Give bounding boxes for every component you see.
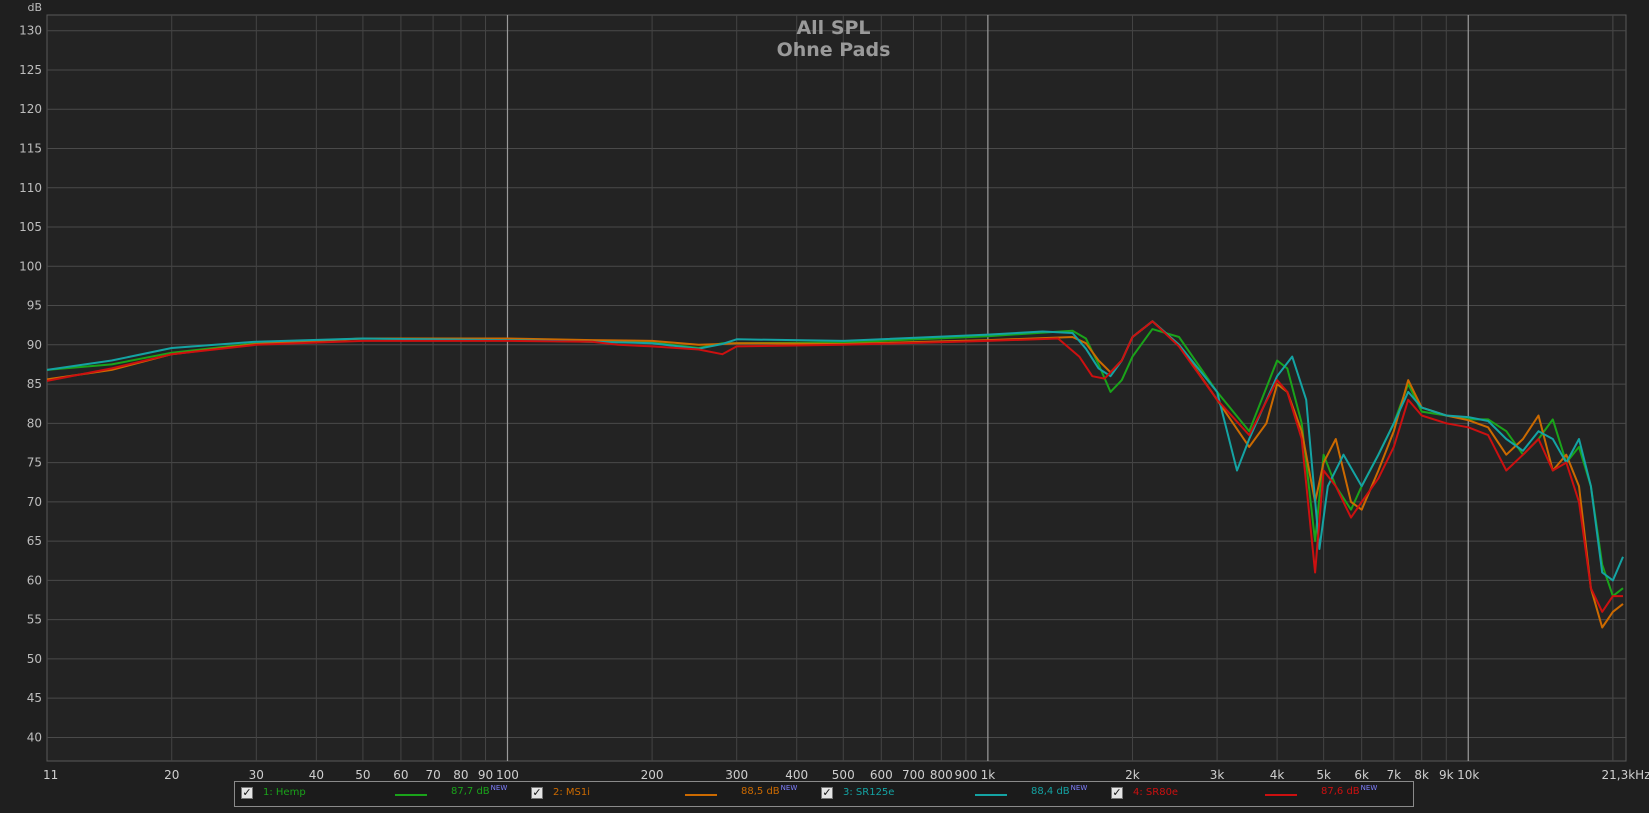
x-tick-label: 30 <box>249 768 264 782</box>
x-tick-label: 8k <box>1414 768 1429 782</box>
y-tick-label: 90 <box>27 338 42 352</box>
series-4-name: 4: SR80e <box>1133 787 1178 798</box>
x-tick-label: 7k <box>1387 768 1402 782</box>
x-tick-label: 3k <box>1210 768 1225 782</box>
series-3-name: 3: SR125e <box>843 787 894 798</box>
x-tick-label: 50 <box>355 768 370 782</box>
frequency-response-chart: 130 125 120 115 110 105 100 95 90 85 80 75 70 65 60 55 5… <box>0 0 1649 809</box>
series-3-checkbox[interactable]: ✓ <box>821 787 833 799</box>
series-1-checkbox[interactable]: ✓ <box>241 787 253 799</box>
x-tick-label: 10k <box>1457 768 1479 782</box>
x-tick-label: 500 <box>832 768 855 782</box>
x-tick-label: 20 <box>164 768 179 782</box>
series-2-level: 88,5 dBNEW <box>741 786 797 797</box>
x-tick-label: 11 <box>43 768 58 782</box>
y-tick-label: 100 <box>19 259 42 273</box>
legend-bar: ✓ 1: Hemp 87,7 dBNEW ✓ 2: MS1i 88,5 dBNE… <box>234 781 1414 807</box>
x-tick-label: 2k <box>1125 768 1140 782</box>
x-tick-label: 90 <box>478 768 493 782</box>
x-tick-label: 900 <box>954 768 977 782</box>
series-1-swatch <box>395 794 427 796</box>
x-tick-label: 200 <box>641 768 664 782</box>
y-tick-label: 110 <box>19 181 42 195</box>
chart-title: All SPL <box>796 17 870 39</box>
series-4-checkbox[interactable]: ✓ <box>1111 787 1123 799</box>
series-1-level: 87,7 dBNEW <box>451 786 507 797</box>
y-tick-label: 75 <box>27 456 42 470</box>
y-tick-label: 115 <box>19 141 42 155</box>
y-axis-label: dB <box>27 1 42 14</box>
y-tick-label: 60 <box>27 573 42 587</box>
legend-item-series-3: ✓ 3: SR125e 88,4 dBNEW <box>815 782 1105 806</box>
x-tick-label: 4k <box>1270 768 1285 782</box>
x-tick-label: 40 <box>309 768 324 782</box>
y-tick-label: 80 <box>27 416 42 430</box>
series-1-name: 1: Hemp <box>263 787 306 798</box>
legend-item-series-4: ✓ 4: SR80e 87,6 dBNEW <box>1105 782 1395 806</box>
x-tick-label: 6k <box>1354 768 1369 782</box>
x-tick-label: 400 <box>785 768 808 782</box>
series-2-swatch <box>685 794 717 796</box>
x-tick-label: 9k <box>1439 768 1454 782</box>
series-4-level: 87,6 dBNEW <box>1321 786 1377 797</box>
y-tick-label: 105 <box>19 220 42 234</box>
x-tick-label: 60 <box>393 768 408 782</box>
series-2-name: 2: MS1i <box>553 787 590 798</box>
series-4-swatch <box>1265 794 1297 796</box>
y-tick-label: 130 <box>19 24 42 38</box>
series-3-level: 88,4 dBNEW <box>1031 786 1087 797</box>
x-tick-label: 800 <box>930 768 953 782</box>
plot-area: 130 125 120 115 110 105 100 95 90 85 80 75 70 65 60 55 5… <box>0 0 1649 809</box>
x-tick-label: 300 <box>725 768 748 782</box>
legend-item-series-2: ✓ 2: MS1i 88,5 dBNEW <box>525 782 815 806</box>
x-tick-label: 700 <box>902 768 925 782</box>
y-tick-label: 45 <box>27 691 42 705</box>
x-tick-label: 1k <box>981 768 996 782</box>
y-tick-label: 95 <box>27 299 42 313</box>
x-tick-label: 100 <box>496 768 519 782</box>
series-3-swatch <box>975 794 1007 796</box>
y-tick-label: 50 <box>27 652 42 666</box>
y-tick-label: 40 <box>27 730 42 744</box>
y-tick-label: 70 <box>27 495 42 509</box>
x-tick-label: 5k <box>1316 768 1331 782</box>
x-tick-label: 70 <box>425 768 440 782</box>
legend-item-series-1: ✓ 1: Hemp 87,7 dBNEW <box>235 782 525 806</box>
x-tick-label: 21,3kHz <box>1602 768 1649 782</box>
y-tick-label: 85 <box>27 377 42 391</box>
y-tick-label: 65 <box>27 534 42 548</box>
y-tick-label: 125 <box>19 63 42 77</box>
plot-background <box>47 15 1626 761</box>
chart-subtitle: Ohne Pads <box>777 39 891 61</box>
x-tick-label: 80 <box>453 768 468 782</box>
x-tick-label: 600 <box>870 768 893 782</box>
y-tick-label: 55 <box>27 613 42 627</box>
series-2-checkbox[interactable]: ✓ <box>531 787 543 799</box>
y-tick-label: 120 <box>19 102 42 116</box>
